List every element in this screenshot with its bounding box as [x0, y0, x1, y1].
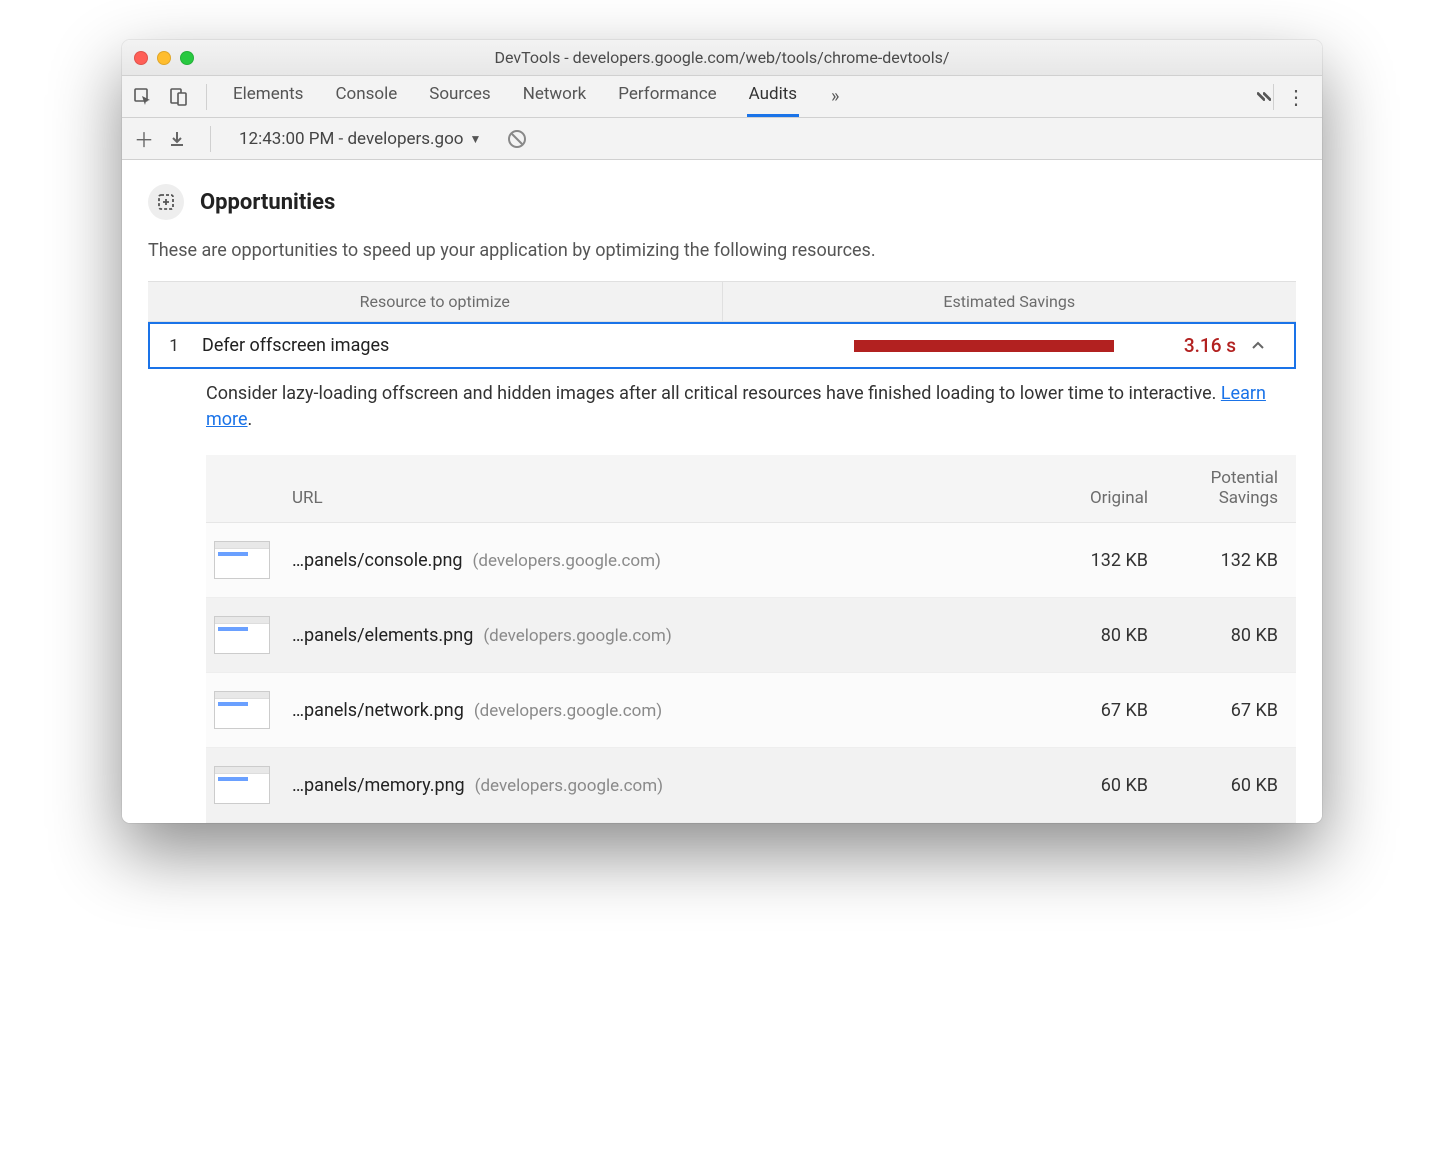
- opportunities-header: Opportunities: [148, 184, 1296, 220]
- kebab-menu-icon[interactable]: ⋮: [1280, 85, 1312, 109]
- download-report-button[interactable]: [168, 130, 192, 148]
- col-potential-savings: Potential Savings: [1148, 469, 1278, 508]
- opportunity-detail-text: Consider lazy-loading offscreen and hidd…: [206, 381, 1296, 433]
- resource-url: …panels/elements.png (developers.google.c…: [292, 625, 1028, 646]
- resource-host: (developers.google.com): [474, 701, 662, 721]
- resource-thumbnail: [214, 616, 270, 654]
- close-window-button[interactable]: [134, 51, 148, 65]
- audits-content: Opportunities These are opportunities to…: [122, 160, 1322, 823]
- resource-path: …panels/memory.png: [292, 775, 465, 796]
- resource-thumbnail: [214, 541, 270, 579]
- resource-path: …panels/network.png: [292, 700, 464, 721]
- tab-elements[interactable]: Elements: [231, 76, 305, 117]
- opportunities-description: These are opportunities to speed up your…: [148, 240, 1296, 261]
- table-row[interactable]: …panels/memory.png (developers.google.com…: [206, 748, 1296, 823]
- window-title: DevTools - developers.google.com/web/too…: [122, 48, 1322, 67]
- new-audit-button[interactable]: ＋: [132, 124, 156, 153]
- tab-network[interactable]: Network: [521, 76, 589, 117]
- opportunity-detail: Consider lazy-loading offscreen and hidd…: [148, 369, 1296, 823]
- minimize-window-button[interactable]: [157, 51, 171, 65]
- resource-original-size: 80 KB: [1028, 625, 1148, 646]
- resource-original-size: 60 KB: [1028, 775, 1148, 796]
- opportunities-columns: Resource to optimize Estimated Savings: [148, 281, 1296, 322]
- table-row[interactable]: …panels/elements.png (developers.google.c…: [206, 598, 1296, 673]
- tab-audits[interactable]: Audits: [747, 76, 799, 117]
- tab-sources[interactable]: Sources: [427, 76, 492, 117]
- opportunities-heading: Opportunities: [200, 190, 335, 215]
- resource-potential-savings: 80 KB: [1148, 625, 1278, 646]
- table-row[interactable]: …panels/console.png (developers.google.co…: [206, 523, 1296, 598]
- devtools-window: DevTools - developers.google.com/web/too…: [122, 40, 1322, 823]
- resource-thumbnail: [214, 766, 270, 804]
- clear-report-button[interactable]: [507, 129, 527, 149]
- col-original: Original: [1028, 488, 1148, 508]
- column-savings: Estimated Savings: [722, 282, 1297, 321]
- resource-original-size: 132 KB: [1028, 550, 1148, 571]
- toggle-device-toolbar-icon[interactable]: [168, 86, 190, 108]
- col-url: URL: [292, 488, 1028, 508]
- opportunity-savings-value: 3.16 s: [1146, 334, 1236, 357]
- traffic-lights: [134, 51, 194, 65]
- table-row[interactable]: …panels/network.png (developers.google.co…: [206, 673, 1296, 748]
- resource-original-size: 67 KB: [1028, 700, 1148, 721]
- resource-host: (developers.google.com): [475, 776, 663, 796]
- resource-path: …panels/elements.png: [292, 625, 473, 646]
- opportunity-index: 1: [160, 336, 188, 356]
- resource-potential-savings: 67 KB: [1148, 700, 1278, 721]
- resource-host: (developers.google.com): [473, 551, 661, 571]
- report-selector-label: 12:43:00 PM - developers.goo: [239, 129, 463, 149]
- audits-toolbar: ＋ 12:43:00 PM - developers.goo ▼: [122, 118, 1322, 160]
- opportunity-detail-body: Consider lazy-loading offscreen and hidd…: [206, 383, 1221, 404]
- report-selector-dropdown[interactable]: 12:43:00 PM - developers.goo ▼: [239, 129, 481, 149]
- resource-host: (developers.google.com): [483, 626, 671, 646]
- separator: [1273, 84, 1274, 110]
- opportunities-badge-icon: [148, 184, 184, 220]
- column-resource: Resource to optimize: [148, 282, 722, 321]
- devtools-tabbar: Elements Console Sources Network Performance…: [122, 76, 1322, 118]
- opportunity-row[interactable]: 1 Defer offscreen images 3.16 s: [148, 322, 1296, 369]
- resource-url: …panels/console.png (developers.google.co…: [292, 550, 1028, 571]
- overflow-tabs-icon[interactable]: »: [831, 86, 839, 107]
- inspect-element-icon[interactable]: [132, 86, 154, 108]
- separator: [210, 126, 211, 152]
- resource-potential-savings: 132 KB: [1148, 550, 1278, 571]
- tab-console[interactable]: Console: [333, 76, 399, 117]
- window-titlebar: DevTools - developers.google.com/web/too…: [122, 40, 1322, 76]
- resources-table-head: URL Original Potential Savings: [206, 455, 1296, 523]
- separator: [206, 84, 207, 110]
- opportunity-name: Defer offscreen images: [202, 335, 642, 356]
- resource-potential-savings: 60 KB: [1148, 775, 1278, 796]
- opportunity-savings-bar: [854, 340, 1114, 352]
- dropdown-caret-icon: ▼: [469, 132, 481, 146]
- resource-thumbnail: [214, 691, 270, 729]
- resource-path: …panels/console.png: [292, 550, 463, 571]
- resource-url: …panels/memory.png (developers.google.com…: [292, 775, 1028, 796]
- tab-performance[interactable]: Performance: [616, 76, 718, 117]
- more-tabs-button[interactable]: [1255, 88, 1273, 106]
- chevron-up-icon[interactable]: [1250, 338, 1278, 354]
- zoom-window-button[interactable]: [180, 51, 194, 65]
- resource-url: …panels/network.png (developers.google.co…: [292, 700, 1028, 721]
- resources-table: URL Original Potential Savings …panels/c…: [206, 455, 1296, 823]
- opportunity-bar-wrap: [656, 340, 1114, 352]
